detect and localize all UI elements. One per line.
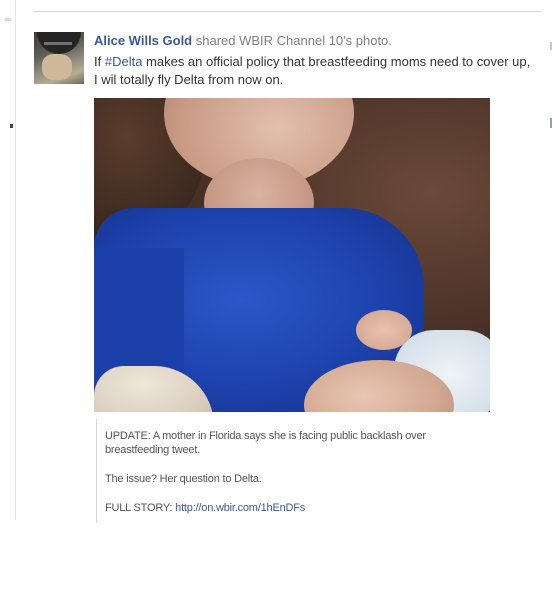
post-message: If #Delta makes an official policy that … (94, 53, 534, 89)
caption-update: UPDATE: A mother in Florida says she is … (105, 430, 426, 456)
edge-fragment (550, 118, 552, 128)
avatar-face (42, 54, 72, 80)
post-text-body: makes an official policy that breastfeed… (94, 54, 531, 87)
author-avatar[interactable] (34, 32, 84, 84)
hashtag-link[interactable]: #Delta (105, 54, 143, 69)
edge-fragment (10, 124, 13, 128)
post-divider (33, 11, 541, 12)
left-border (15, 0, 16, 520)
full-story-label: FULL STORY: (105, 502, 176, 514)
post-header: Alice Wills Gold shared WBIR Channel 10'… (94, 33, 534, 49)
share-action-text: shared WBIR Channel 10's photo. (195, 33, 392, 48)
full-story-link[interactable]: http://on.wbir.com/1hEnDFs (175, 502, 305, 514)
caption-full-story: FULL STORY: http://on.wbir.com/1hEnDFs (97, 501, 305, 515)
edge-fragment (550, 42, 552, 50)
photo-baby-hand (356, 310, 412, 350)
shared-photo[interactable] (94, 98, 490, 412)
post-text-prefix: If (94, 54, 105, 69)
caption-issue: The issue? Her question to Delta. (105, 473, 262, 485)
avatar-hat-band (44, 42, 72, 45)
edge-fragment (5, 18, 11, 21)
photo-caption: UPDATE: A mother in Florida says she is … (96, 419, 491, 523)
author-name-link[interactable]: Alice Wills Gold (94, 33, 192, 48)
